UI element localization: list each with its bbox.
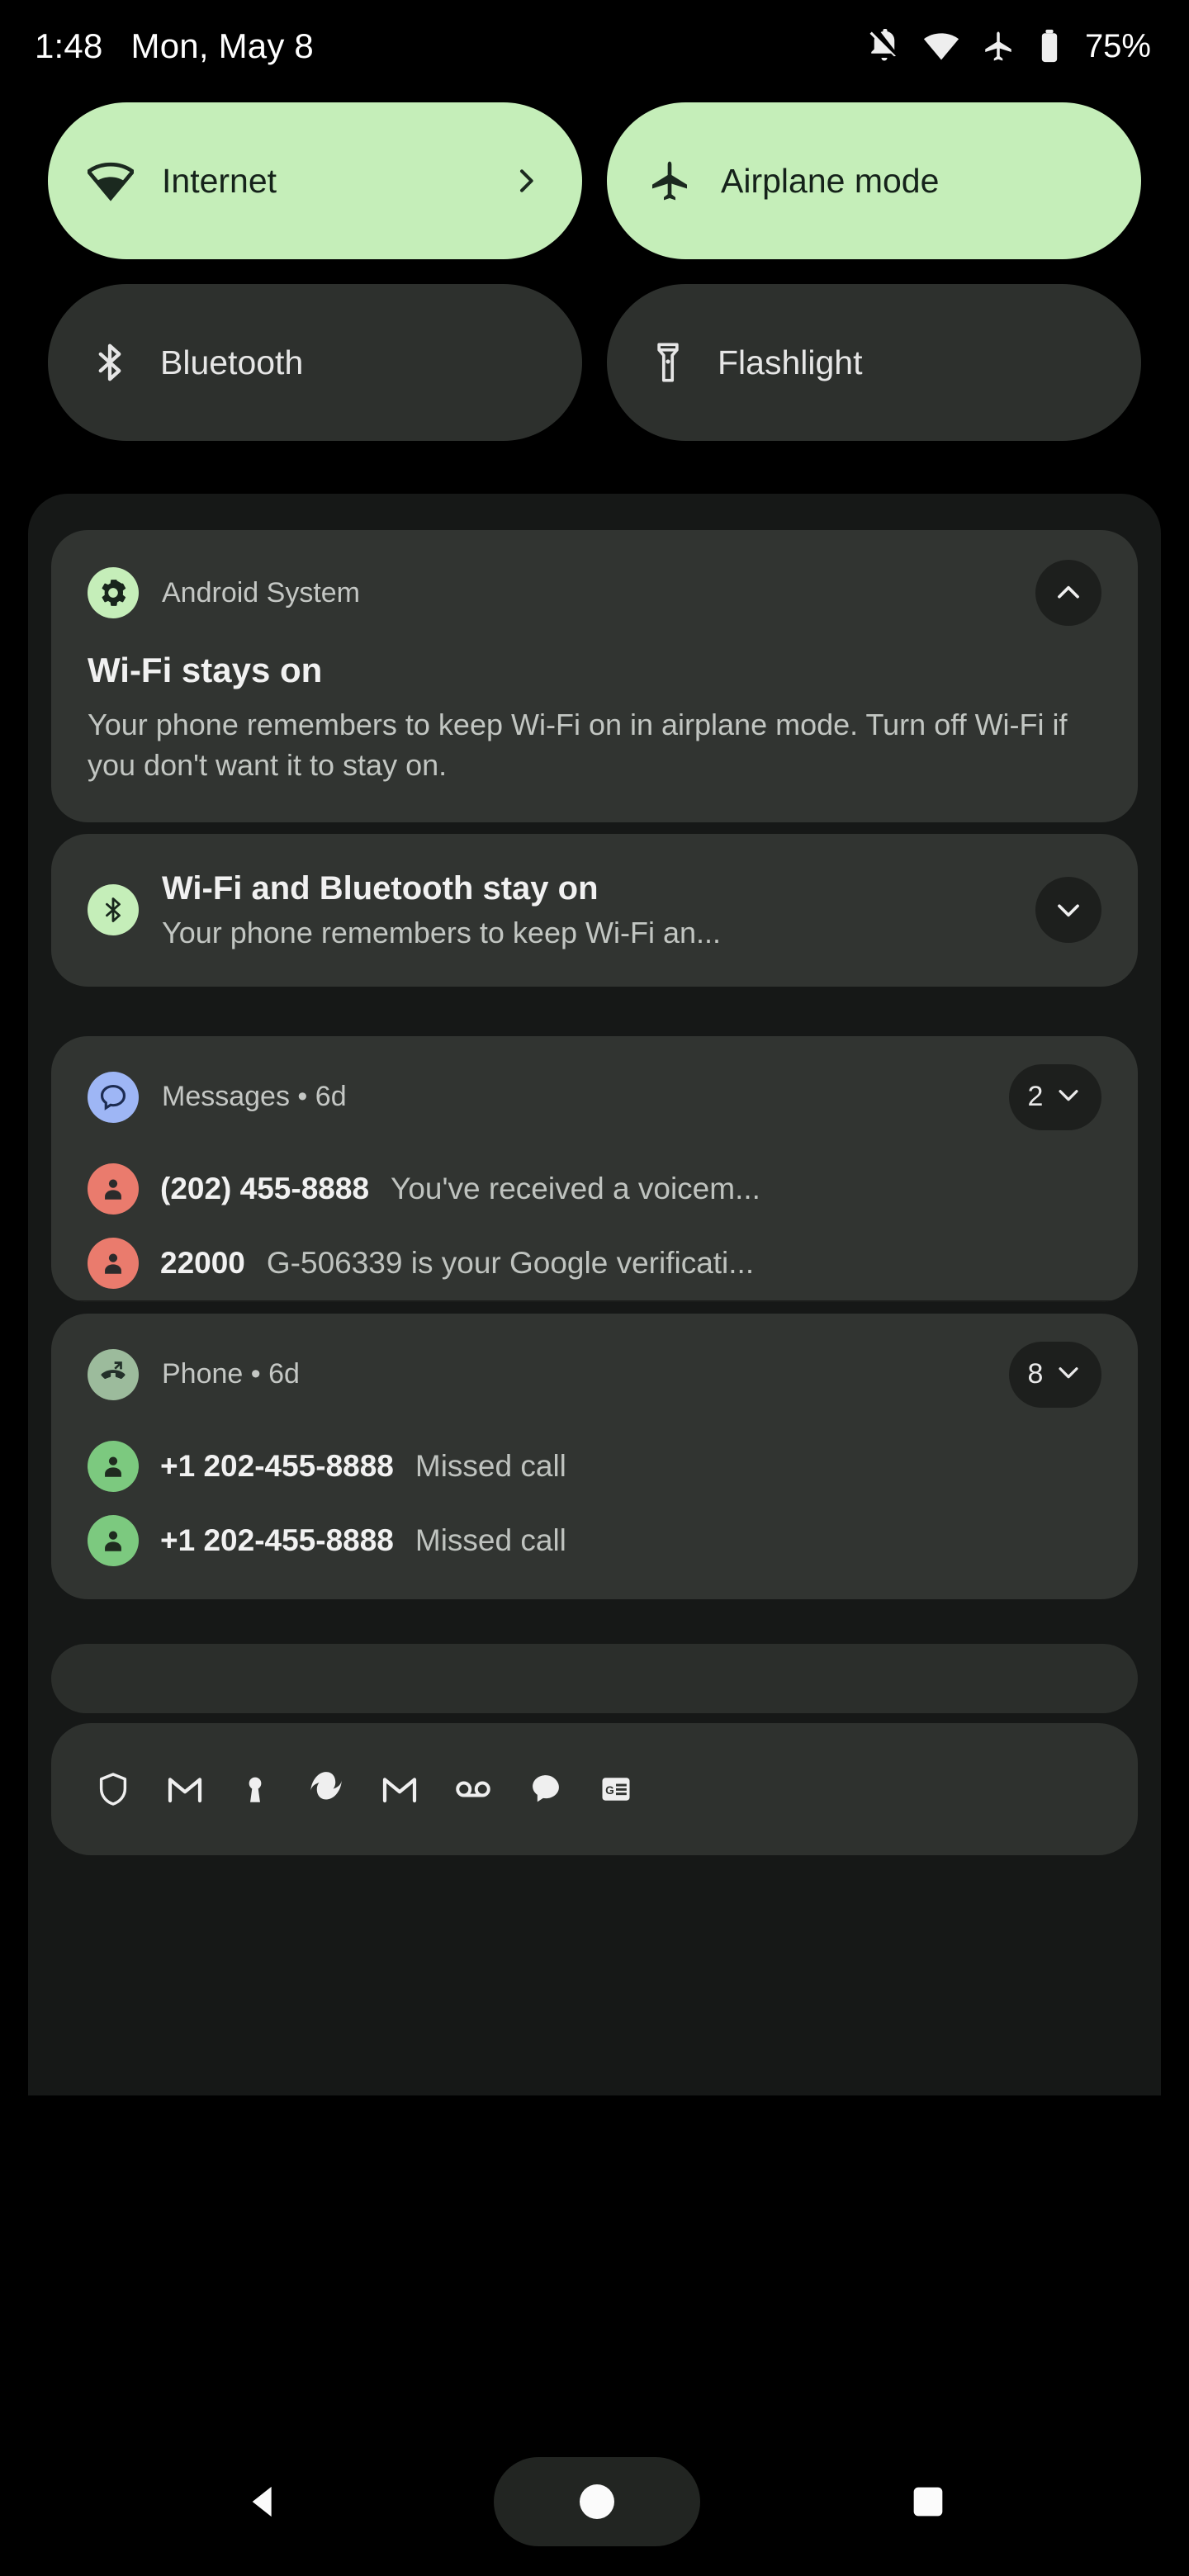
wifi-icon bbox=[88, 158, 134, 204]
person-icon bbox=[88, 1163, 139, 1215]
battery-icon bbox=[1037, 28, 1062, 64]
notification-group-messages[interactable]: Messages • 6d 2 (202) 455-8888 You've re… bbox=[51, 1035, 1138, 1302]
group-divider bbox=[51, 1300, 1138, 1302]
chevron-down-icon bbox=[1054, 1358, 1082, 1390]
chevron-down-icon bbox=[1054, 1081, 1082, 1113]
app-icon-tray: G bbox=[51, 1722, 1138, 1855]
notification-app-name: Android System bbox=[162, 576, 360, 608]
conversation-sender: 22000 bbox=[160, 1245, 245, 1280]
notification-title: Wi-Fi stays on bbox=[88, 651, 323, 689]
collapse-button[interactable] bbox=[1035, 560, 1101, 626]
qs-tile-label: Bluetooth bbox=[160, 343, 304, 381]
person-icon bbox=[88, 1237, 139, 1289]
notification-body: Your phone remembers to keep Wi-Fi on in… bbox=[88, 708, 1068, 782]
conversation-preview: G-506339 is your Google verificati... bbox=[266, 1245, 755, 1280]
notification-android-system[interactable]: Android System Wi-Fi stays on Your phone… bbox=[51, 530, 1138, 822]
qs-tile-internet[interactable]: Internet bbox=[48, 102, 582, 259]
home-circle-icon[interactable] bbox=[494, 2457, 700, 2546]
airplane-icon bbox=[981, 29, 1016, 64]
qs-tile-flashlight[interactable]: Flashlight bbox=[607, 284, 1141, 441]
status-bar-right: 75% bbox=[867, 28, 1151, 65]
google-news-icon[interactable]: G bbox=[598, 1771, 634, 1807]
notification-body: Your phone remembers to keep Wi-Fi an... bbox=[162, 915, 721, 949]
notifications-off-icon bbox=[867, 29, 902, 64]
call-sender: +1 202-455-8888 bbox=[160, 1522, 394, 1557]
group-app-name: Phone • 6d bbox=[162, 1358, 300, 1390]
wifi-icon bbox=[923, 28, 959, 64]
chevron-right-icon[interactable] bbox=[509, 164, 542, 197]
status-bar-left: 1:48 Mon, May 8 bbox=[35, 26, 314, 66]
flashlight-icon bbox=[647, 341, 689, 384]
airplane-icon bbox=[647, 158, 693, 204]
gmail-icon[interactable] bbox=[380, 1769, 419, 1809]
notification-shelf[interactable] bbox=[51, 1643, 1138, 1713]
conversation-row[interactable]: 22000 G-506339 is your Google verificati… bbox=[51, 1226, 1138, 1300]
person-icon bbox=[88, 1514, 139, 1566]
conversation-row[interactable]: (202) 455-8888 You've received a voicem.… bbox=[51, 1152, 1138, 1226]
qs-tile-airplane-mode[interactable]: Airplane mode bbox=[607, 102, 1141, 259]
status-date: Mon, May 8 bbox=[130, 26, 314, 65]
conversation-preview: You've received a voicem... bbox=[391, 1171, 760, 1205]
photos-shutter-icon[interactable] bbox=[306, 1769, 347, 1810]
shield-icon[interactable] bbox=[94, 1770, 132, 1808]
keyhole-icon[interactable] bbox=[238, 1772, 272, 1807]
conversation-sender: (202) 455-8888 bbox=[160, 1171, 370, 1205]
settings-gear-icon bbox=[88, 567, 139, 618]
status-time: 1:48 bbox=[35, 26, 103, 65]
recents-square-icon[interactable] bbox=[907, 2480, 950, 2523]
messages-chat-icon bbox=[88, 1071, 139, 1123]
qs-tile-label: Internet bbox=[162, 161, 277, 200]
missed-call-icon bbox=[88, 1348, 139, 1400]
bluetooth-icon bbox=[88, 340, 132, 385]
call-row[interactable]: +1 202-455-8888 Missed call bbox=[51, 1429, 1138, 1503]
svg-text:G: G bbox=[605, 1784, 614, 1797]
group-header-phone[interactable]: Phone • 6d 8 bbox=[51, 1314, 1138, 1429]
person-icon bbox=[88, 1440, 139, 1492]
qs-tile-bluetooth[interactable]: Bluetooth bbox=[48, 284, 582, 441]
group-count: 2 bbox=[1027, 1081, 1044, 1113]
notification-group-phone[interactable]: Phone • 6d 8 +1 202-455-8888 Missed call… bbox=[51, 1313, 1138, 1599]
back-triangle-icon[interactable] bbox=[239, 2478, 287, 2526]
group-app-name: Messages • 6d bbox=[162, 1081, 347, 1113]
chat-bubble-icon[interactable] bbox=[527, 1770, 565, 1808]
call-sender: +1 202-455-8888 bbox=[160, 1448, 394, 1483]
group-expand-button[interactable]: 2 bbox=[1009, 1063, 1101, 1130]
qs-tile-label: Airplane mode bbox=[721, 161, 940, 200]
status-bar: 1:48 Mon, May 8 75% bbox=[0, 0, 1189, 92]
call-preview: Missed call bbox=[414, 1448, 566, 1483]
bluetooth-icon bbox=[88, 884, 139, 936]
notification-shade: Android System Wi-Fi stays on Your phone… bbox=[28, 494, 1161, 2095]
battery-percent: 75% bbox=[1084, 27, 1151, 64]
qs-tile-label: Flashlight bbox=[718, 343, 863, 381]
expand-button[interactable] bbox=[1035, 877, 1101, 944]
gmail-icon[interactable] bbox=[165, 1769, 205, 1809]
call-preview: Missed call bbox=[414, 1522, 566, 1557]
group-expand-button[interactable]: 8 bbox=[1009, 1341, 1101, 1408]
group-count: 8 bbox=[1027, 1358, 1044, 1390]
notification-wifi-bluetooth[interactable]: Wi-Fi and Bluetooth stay on Your phone r… bbox=[51, 833, 1138, 987]
voicemail-icon[interactable] bbox=[452, 1769, 494, 1810]
call-row[interactable]: +1 202-455-8888 Missed call bbox=[51, 1503, 1138, 1599]
notification-title: Wi-Fi and Bluetooth stay on bbox=[162, 869, 599, 907]
group-header-messages[interactable]: Messages • 6d 2 bbox=[51, 1036, 1138, 1152]
quick-settings-grid: Internet Airplane mode Bluetooth Flashli… bbox=[0, 92, 1189, 441]
navigation-bar bbox=[0, 2427, 1189, 2576]
